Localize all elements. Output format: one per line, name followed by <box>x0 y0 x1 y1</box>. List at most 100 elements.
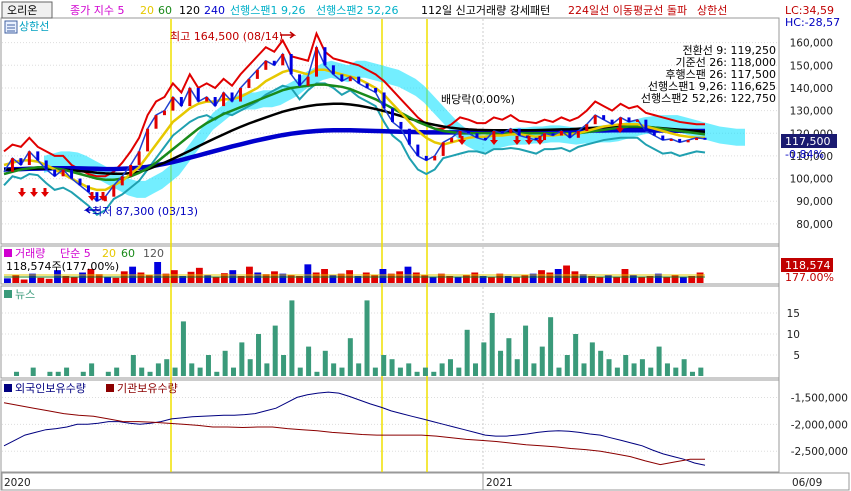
candle <box>602 115 606 120</box>
candle <box>27 151 31 165</box>
news-bar <box>297 367 303 376</box>
volume-bar <box>604 274 612 283</box>
volume-bar <box>696 272 704 283</box>
candle <box>365 83 369 88</box>
volume-legend-ma20: 20 <box>102 247 116 260</box>
candle <box>314 47 318 77</box>
x-label-end: 06/09 <box>792 477 822 489</box>
candle <box>686 140 690 143</box>
candle <box>627 117 631 122</box>
news-bar <box>372 367 378 376</box>
news-bar <box>664 363 670 376</box>
news-bar <box>422 367 428 376</box>
volume-bar <box>521 274 529 283</box>
candle <box>188 87 192 107</box>
candle <box>424 155 428 161</box>
news-bar <box>80 371 86 376</box>
news-bar <box>347 338 353 376</box>
candle <box>559 131 563 136</box>
candle <box>695 137 699 141</box>
volume-bar <box>304 264 312 283</box>
volume-bar <box>671 274 679 283</box>
news-bar <box>447 359 453 376</box>
news-bar <box>506 338 512 376</box>
candle <box>222 92 226 107</box>
news-bar <box>289 300 295 376</box>
candle <box>112 185 116 197</box>
news-bar <box>439 363 445 376</box>
news-bar <box>381 355 387 376</box>
news-bar <box>397 367 403 376</box>
volume-bar <box>79 272 86 283</box>
volume-bar <box>412 272 420 283</box>
volume-bar <box>20 279 28 283</box>
candle <box>137 151 141 165</box>
news-bar <box>473 363 479 376</box>
candle <box>391 108 395 122</box>
legend-item-senkou1: 선행스팬1 9,26 <box>230 4 305 17</box>
news-bar <box>648 367 654 376</box>
candle <box>348 76 352 82</box>
stock-chart[interactable]: 80,00090,000100,000110,000120,000130,000… <box>0 0 851 491</box>
candle <box>289 53 293 75</box>
news-bar <box>606 359 612 376</box>
ichimoku-label-senkou2: 선행스팬2 52,26: 122,750 <box>641 92 776 105</box>
news-bar <box>681 359 687 376</box>
candle <box>129 164 133 177</box>
candle <box>44 160 48 170</box>
candle <box>450 137 454 143</box>
candle <box>61 169 65 177</box>
high-annotation: 최고 164,500 (08/14) <box>170 30 283 43</box>
foreign-legend-icon <box>4 384 12 392</box>
news-bar <box>139 367 145 376</box>
volume-bar <box>638 277 646 283</box>
news-bar <box>456 367 462 376</box>
volume-bar <box>462 274 470 283</box>
candle <box>534 137 538 141</box>
price-tick-label: 90,000 <box>796 196 833 208</box>
candle <box>171 97 175 111</box>
news-bar <box>623 355 629 376</box>
legend-item-ma224-break: 224일선 이동평균선 돌파 <box>568 3 687 17</box>
news-bar <box>147 371 153 376</box>
candle <box>382 92 386 109</box>
legend-item-senkou2: 선행스팬2 52,26 <box>316 4 398 17</box>
volume-legend-ma5: 단순 5 <box>60 247 91 260</box>
second-line-label: 상한선 <box>19 20 49 33</box>
news-tick-label: 10 <box>787 329 800 341</box>
legend-item-close: 종가 지수 5 <box>70 4 124 17</box>
news-bar <box>548 317 554 376</box>
volume-bar <box>679 277 687 283</box>
news-bar <box>339 367 345 376</box>
candle <box>298 74 302 86</box>
legend-item-ma20: 20 <box>140 4 154 17</box>
candle <box>467 131 471 134</box>
volume-bar <box>471 272 479 283</box>
volume-bar <box>454 277 462 283</box>
volume-bar <box>312 272 320 283</box>
candle <box>196 87 200 102</box>
news-bar <box>406 363 412 376</box>
x-label-2020: 2020 <box>4 477 31 489</box>
news-bar <box>614 367 620 376</box>
candle <box>475 133 479 138</box>
news-bar <box>481 342 487 376</box>
news-bar <box>281 355 287 376</box>
news-bar <box>264 363 270 376</box>
news-bar <box>322 350 328 376</box>
stock-button-label[interactable]: 오리온 <box>7 4 37 17</box>
news-bar <box>247 359 253 376</box>
candle <box>146 128 150 152</box>
institution-legend-label: 기관보유수량 <box>117 382 178 395</box>
volume-bar <box>371 274 379 283</box>
volume-bar <box>137 272 145 283</box>
candle <box>331 65 335 75</box>
news-bar <box>414 371 420 376</box>
news-bar <box>656 346 662 376</box>
candle <box>593 115 597 125</box>
news-bar <box>114 367 120 376</box>
current-price: 117,500 <box>785 135 831 148</box>
volume-bar <box>554 269 562 283</box>
candle <box>70 169 74 179</box>
dividend-label: 배당락(0.00%) <box>441 93 515 106</box>
